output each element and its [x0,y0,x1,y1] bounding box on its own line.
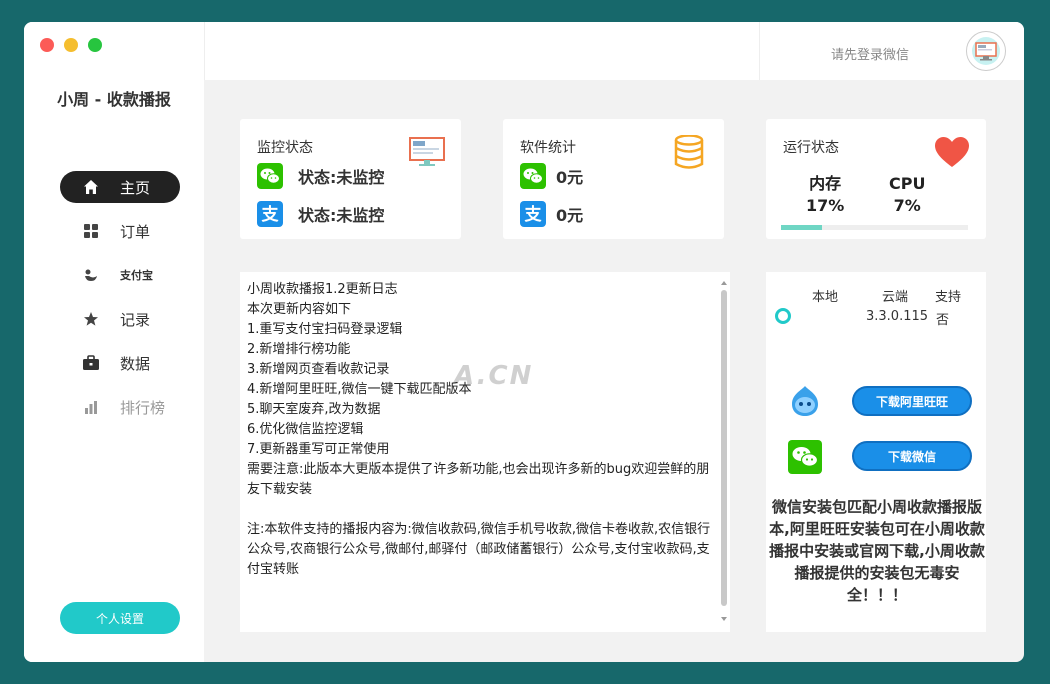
memory-label: 内存 [809,174,842,193]
login-prompt[interactable]: 请先登录微信 [831,44,909,63]
scroll-up-icon[interactable] [720,280,728,286]
col-support: 支持 [935,290,962,305]
monitor-status-card: 监控状态 状态:未监控 支 状态:未监控 [240,119,461,239]
software-stats-card: 软件统计 0元 支 0元 [503,119,724,239]
heart-icon [935,137,969,167]
svg-text:支: 支 [262,204,280,225]
wechat-amount: 0元 [556,168,584,187]
star-icon [80,308,102,330]
alipay-amount-row: 支 0元 [520,201,583,227]
cpu-value: 7% [893,196,921,215]
memory-stat: 内存 17% [806,173,844,217]
changelog-text: 小周收款播报1.2更新日志 本次更新内容如下 1.重写支付宝扫码登录逻辑 2.新… [247,282,711,577]
home-icon [80,176,102,198]
sidebar-item-alipay[interactable]: 支付宝 [60,259,180,291]
col-local: 本地 [812,290,839,305]
sidebar-item-home[interactable]: 主页 [60,171,180,203]
wechat-status-row: 状态:未监控 [257,163,384,189]
top-header: 请先登录微信 [204,22,1024,80]
database-icon [674,135,704,169]
version-radio[interactable] [775,308,791,324]
sidebar-item-label: 数据 [120,354,151,373]
maximize-window-button[interactable] [88,38,102,52]
run-status-card: 运行状态 内存 17% CPU 7% [766,119,986,239]
alipay-status-text: 状态:未监控 [298,206,385,225]
changelog-panel[interactable]: A.CN 小周收款播报1.2更新日志 本次更新内容如下 1.重写支付宝扫码登录逻… [240,272,730,632]
sidebar-item-label: 排行榜 [120,398,166,417]
app-title: 小周 - 收款播报 [57,90,171,109]
alipay-icon: 支 [520,201,546,227]
sidebar-item-records[interactable]: 记录 [60,303,180,335]
wechat-icon [520,163,546,189]
card-title: 运行状态 [783,140,839,156]
wechat-icon [788,440,822,474]
cpu-stat: CPU 7% [889,173,925,217]
sidebar-item-data[interactable]: 数据 [60,347,180,379]
sidebar-nav: 主页 订单 支付宝 记录 数据 排行榜 [60,171,180,435]
monitor-icon [972,37,1000,65]
cpu-label: CPU [889,174,926,193]
download-wechat-button[interactable]: 下载微信 [852,441,972,471]
support-value: 否 [936,313,950,328]
sidebar-item-label: 订单 [120,222,151,241]
sidebar-item-orders[interactable]: 订单 [60,215,180,247]
col-cloud: 云端 [882,290,909,305]
cloud-version: 3.3.0.115 [866,309,929,324]
sidebar-item-label: 主页 [120,178,151,197]
alipay-amount: 0元 [556,206,584,225]
monitor-icon [409,137,445,166]
personal-settings-button[interactable]: 个人设置 [60,602,180,634]
svg-text:支: 支 [525,204,543,225]
sidebar-item-ranking[interactable]: 排行榜 [60,391,180,423]
minimize-window-button[interactable] [64,38,78,52]
wechat-status-text: 状态:未监控 [298,168,385,187]
sidebar-item-label: 支付宝 [120,269,153,282]
card-title: 监控状态 [257,140,313,156]
version-panel: 本地 云端 支持 3.3.0.115 否 下载阿里旺旺 下载微信 微信安装包匹配… [766,272,986,632]
app-window: 小周 - 收款播报 主页 订单 支付宝 记录 数据 排行榜 个人设置 请先登录微… [24,22,1024,662]
progress-fill [781,225,823,230]
window-controls [40,38,102,52]
header-divider [759,22,760,80]
scroll-thumb[interactable] [721,290,727,606]
wechat-amount-row: 0元 [520,163,583,189]
install-note: 微信安装包匹配小周收款播报版本,阿里旺旺安装包可在小周收款播报中安装或官网下载,… [769,498,985,604]
changelog-scrollbar[interactable] [720,280,728,622]
alipay-icon: 支 [257,201,283,227]
alipay-mini-icon [80,264,102,286]
memory-value: 17% [806,196,845,215]
grid-icon [80,220,102,242]
avatar[interactable] [966,31,1006,71]
scroll-down-icon[interactable] [720,616,728,622]
sidebar-item-label: 记录 [120,310,151,329]
alipay-status-row: 支 状态:未监控 [257,201,384,227]
aliwangwang-icon [792,386,818,416]
sidebar: 小周 - 收款播报 主页 订单 支付宝 记录 数据 排行榜 个人设置 [24,22,204,662]
memory-progress-bar [781,225,968,230]
close-window-button[interactable] [40,38,54,52]
briefcase-icon [80,352,102,374]
bar-chart-icon [80,396,102,418]
download-wangwang-button[interactable]: 下载阿里旺旺 [852,386,972,416]
wechat-icon [257,163,283,189]
card-title: 软件统计 [520,140,576,156]
